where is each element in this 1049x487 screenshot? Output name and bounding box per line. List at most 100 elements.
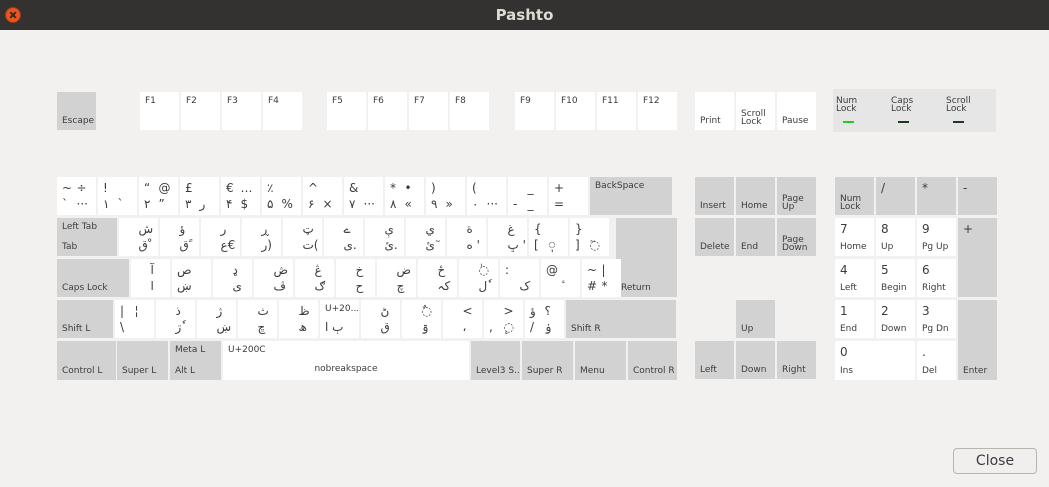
key-delete[interactable]: Delete	[695, 218, 734, 256]
key-down[interactable]: Down	[736, 341, 775, 379]
key-control-r[interactable]: Control R	[628, 341, 677, 380]
key-print[interactable]: Print	[695, 92, 734, 130]
key-alt-l[interactable]: Meta L Alt L	[170, 341, 221, 380]
key-super-r[interactable]: Super R	[522, 341, 573, 380]
key-3[interactable]: £٣ ر	[180, 177, 219, 215]
key-8[interactable]: * • ٨ «	[385, 177, 424, 215]
key-num-lock[interactable]: Num Lock	[835, 177, 874, 215]
key-a[interactable]: آا	[131, 259, 170, 297]
key-h[interactable]: خح	[336, 259, 375, 297]
key-m[interactable]: ◌ٌ ۊ	[402, 300, 441, 338]
key-less[interactable]: | ¦ \	[115, 300, 154, 338]
key-4[interactable]: € … ۴ $	[221, 177, 260, 215]
key-backspace[interactable]: BackSpace	[590, 177, 672, 215]
key-s[interactable]: صښ	[172, 259, 211, 297]
key-pause[interactable]: Pause	[777, 92, 816, 130]
key-kp-plus[interactable]: +	[958, 218, 997, 297]
key-control-l[interactable]: Control L	[57, 341, 116, 380]
key-6[interactable]: ^ ۶ ×	[303, 177, 342, 215]
key-0[interactable]: (٠ ···	[467, 177, 506, 215]
key-slash[interactable]: ؤ ؟ / ۏ	[525, 300, 564, 338]
key-apostrophe[interactable]: @ٔ	[541, 259, 580, 297]
key-super-l[interactable]: Super L	[117, 341, 168, 380]
key-r[interactable]: ڕ ر)	[242, 218, 281, 256]
key-menu[interactable]: Menu	[575, 341, 626, 380]
key-l[interactable]: ◌ٰ ل ٗ	[459, 259, 498, 297]
key-f11[interactable]: F11	[597, 92, 636, 130]
key-minus[interactable]: _ - _	[508, 177, 547, 215]
key-kp-4[interactable]: 4 Left	[835, 259, 874, 297]
key-left[interactable]: Left	[695, 341, 734, 379]
key-kp-decimal[interactable]: . Del	[917, 341, 956, 380]
key-n[interactable]: ڻق	[361, 300, 400, 338]
key-f12[interactable]: F12	[638, 92, 677, 130]
key-level3[interactable]: Level3 S...	[471, 341, 520, 380]
key-o[interactable]: ة ه '	[447, 218, 486, 256]
key-t[interactable]: ټ ت(	[283, 218, 322, 256]
key-kp-0[interactable]: 0 Ins	[835, 341, 915, 380]
key-f2[interactable]: F2	[181, 92, 220, 130]
key-x[interactable]: ژښ	[197, 300, 236, 338]
key-kp-5[interactable]: 5 Begin	[876, 259, 915, 297]
key-period[interactable]: >, ◌ٕ	[484, 300, 523, 338]
key-kp-1[interactable]: 1 End	[835, 300, 874, 338]
key-semicolon[interactable]: :ک	[500, 259, 539, 297]
key-5[interactable]: ٪ ۵%	[262, 177, 301, 215]
key-k[interactable]: ځ کہ	[418, 259, 457, 297]
key-f7[interactable]: F7	[409, 92, 448, 130]
key-f4[interactable]: F4	[263, 92, 302, 130]
key-2[interactable]: “ @٢ ”	[139, 177, 178, 215]
key-c[interactable]: ثڇ	[238, 300, 277, 338]
key-f[interactable]: ڞڤ	[254, 259, 293, 297]
close-button[interactable]: Close	[953, 448, 1037, 474]
key-equal[interactable]: + =	[549, 177, 588, 215]
key-right[interactable]: Right	[777, 341, 816, 379]
key-grave[interactable]: ~ ÷ ` ···	[57, 177, 96, 215]
key-p[interactable]: غ ڀ '	[488, 218, 527, 256]
key-return[interactable]: Return	[616, 218, 677, 297]
key-7[interactable]: & ٧ ···	[344, 177, 383, 215]
key-kp-6[interactable]: 6 Right	[917, 259, 956, 297]
key-kp-3[interactable]: 3 Pg Dn	[917, 300, 956, 338]
key-e[interactable]: ر ع€	[201, 218, 240, 256]
key-f10[interactable]: F10	[556, 92, 595, 130]
key-kp-9[interactable]: 9 Pg Up	[917, 218, 956, 256]
key-f9[interactable]: F9	[515, 92, 554, 130]
key-comma[interactable]: < ،	[443, 300, 482, 338]
key-kp-8[interactable]: 8 Up	[876, 218, 915, 256]
key-q[interactable]: ش ق ْ	[119, 218, 158, 256]
key-1[interactable]: ! ١ `	[98, 177, 137, 215]
key-up[interactable]: Up	[736, 300, 775, 338]
key-caps-lock[interactable]: Caps Lock	[57, 259, 129, 297]
key-9[interactable]: ) ٩ »	[426, 177, 465, 215]
key-insert[interactable]: Insert	[695, 177, 734, 215]
key-space[interactable]: U+200C nobreakspace	[223, 341, 469, 380]
key-f6[interactable]: F6	[368, 92, 407, 130]
key-page-down[interactable]: Page Down	[777, 218, 816, 256]
key-j[interactable]: ضچ	[377, 259, 416, 297]
key-shift-r[interactable]: Shift R	[566, 300, 676, 338]
key-kp-enter[interactable]: Enter	[958, 300, 997, 380]
key-home[interactable]: Home	[736, 177, 775, 215]
key-i[interactable]: ي ئ ٓ	[406, 218, 445, 256]
key-end[interactable]: End	[736, 218, 775, 256]
key-shift-l[interactable]: Shift L	[57, 300, 113, 338]
key-f1[interactable]: F1	[140, 92, 179, 130]
key-kp-7[interactable]: 7 Home	[835, 218, 874, 256]
key-z[interactable]: ذ ڗ ٗ	[156, 300, 195, 338]
key-f3[interactable]: F3	[222, 92, 261, 130]
key-g[interactable]: ڠګ	[295, 259, 334, 297]
key-b[interactable]: U+20... ٻ ا	[320, 300, 359, 338]
key-d[interactable]: ډی	[213, 259, 252, 297]
key-scroll-lock[interactable]: Scroll Lock	[736, 92, 775, 130]
key-tab[interactable]: Left Tab Tab	[57, 218, 117, 256]
key-y[interactable]: ے ی.	[324, 218, 363, 256]
key-kp-divide[interactable]: /	[876, 177, 915, 215]
key-f5[interactable]: F5	[327, 92, 366, 130]
key-v[interactable]: ظھ	[279, 300, 318, 338]
key-kp-multiply[interactable]: *	[917, 177, 956, 215]
key-w[interactable]: ؤ ق ً	[160, 218, 199, 256]
key-kp-minus[interactable]: -	[958, 177, 997, 215]
key-backslash[interactable]: ~ | # *	[582, 259, 621, 297]
key-escape[interactable]: Escape	[57, 92, 96, 130]
